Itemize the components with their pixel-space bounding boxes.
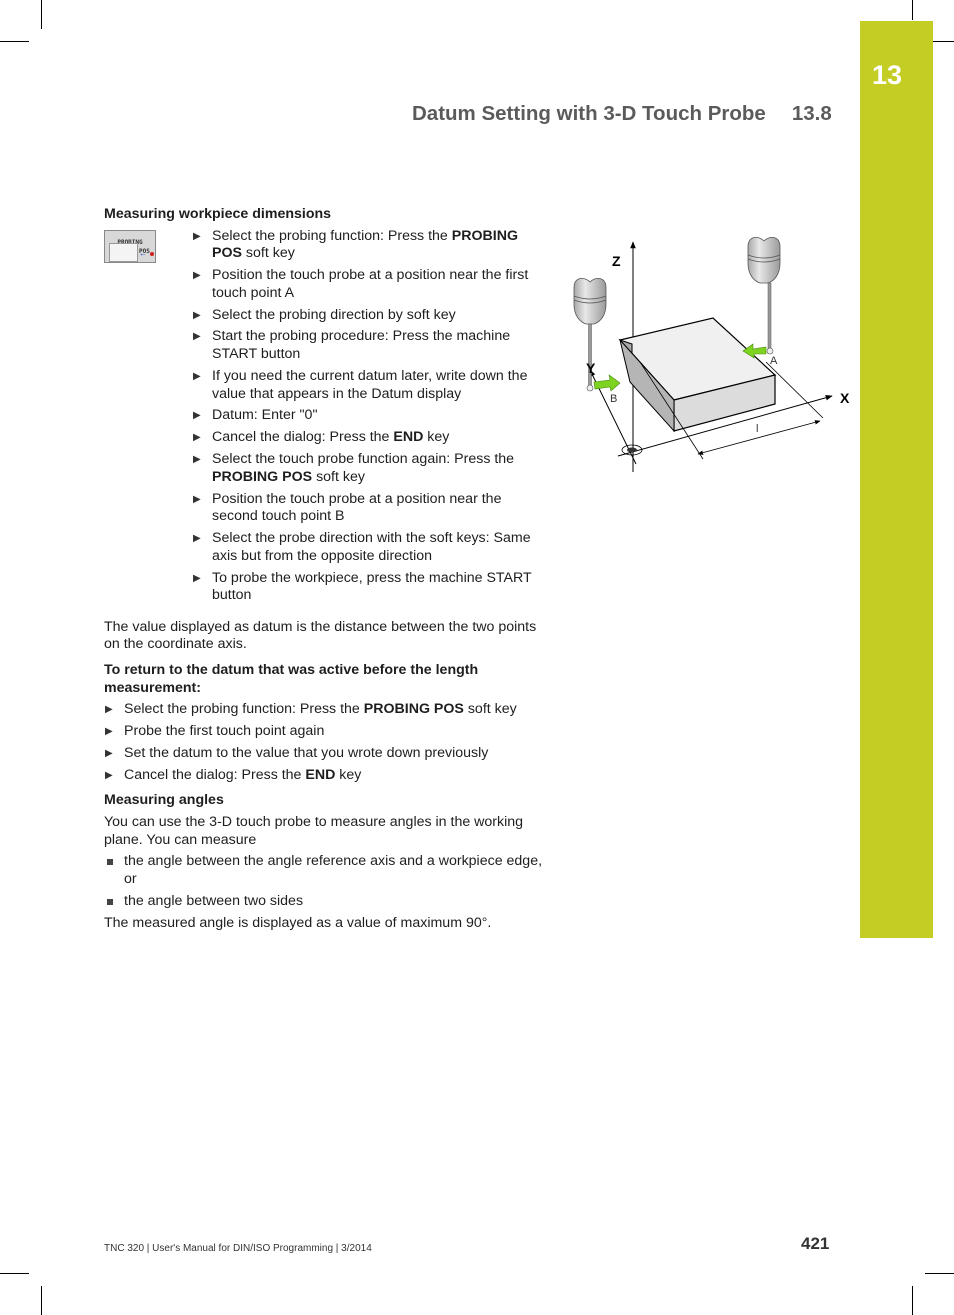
main-content: Measuring workpiece dimensions PROBING P… [104, 206, 544, 932]
square-bullet-icon [107, 859, 113, 866]
axis-label-z: Z [612, 253, 621, 269]
triangle-bullet-icon: ▶ [193, 454, 201, 466]
step-item: ▶ Start the probing procedure: Press the … [193, 328, 511, 363]
step-item: ▶ Set the datum to the value that you wro… [105, 745, 489, 761]
point-label-a: A [770, 355, 778, 367]
chapter-tab [860, 21, 933, 938]
triangle-bullet-icon: ▶ [193, 309, 201, 321]
step-item: ▶ Select the touch probe function again: … [193, 451, 515, 485]
touch-probe-measurement-diagram: Z Y X A B l [573, 236, 850, 472]
step-item: ▶ Position the touch probe at a position … [193, 267, 529, 301]
axis-label-x: X [840, 390, 850, 406]
triangle-bullet-icon: ▶ [193, 230, 201, 242]
crop-mark [41, 0, 42, 29]
dimension-line-l [697, 420, 821, 455]
step-item: ▶ Select the probing function: Press the … [105, 701, 517, 718]
touch-probe-a [747, 236, 781, 355]
crop-mark [0, 41, 29, 42]
triangle-bullet-icon: ▶ [193, 432, 201, 444]
footer-text: TNC 320 | User's Manual for DIN/ISO Prog… [104, 1243, 372, 1254]
dimension-label-l: l [756, 423, 758, 435]
step-item: ▶ Select the probing function: Press the … [193, 227, 518, 262]
section-title: Datum Setting with 3-D Touch Probe [412, 102, 766, 125]
triangle-bullet-icon: ▶ [193, 410, 201, 422]
steps-list: ▶ Select the probing function: Press the … [104, 228, 544, 605]
datum-distance-note: The value displayed as datum is the dist… [104, 618, 537, 653]
angle-options-list: the angle between the angle reference ax… [104, 853, 544, 910]
bullet-item: the angle between two sides [104, 893, 544, 911]
crop-mark [41, 1286, 42, 1315]
step-item: ▶ Probe the first touch point again [105, 723, 325, 740]
triangle-bullet-icon: ▶ [193, 493, 201, 505]
step-item: ▶ Select the probing direction by soft ke… [193, 306, 456, 323]
measuring-angles-intro: You can use the 3-D touch probe to measu… [104, 814, 524, 848]
triangle-bullet-icon: ▶ [105, 769, 113, 781]
return-steps-list: ▶ Select the probing function: Press the … [104, 701, 544, 784]
crop-mark [912, 0, 913, 20]
point-label-b: B [610, 393, 617, 405]
page-number: 421 [801, 1234, 830, 1253]
triangle-bullet-icon: ▶ [193, 270, 201, 282]
step-item: ▶ Select the probe direction with the sof… [193, 530, 531, 564]
step-item: ▶ Cancel the dialog: Press the END key [193, 429, 450, 446]
square-bullet-icon [107, 898, 113, 905]
bullet-item: the angle between the angle reference ax… [104, 853, 544, 888]
datum-symbol-inner [627, 447, 637, 453]
triangle-bullet-icon: ▶ [193, 331, 201, 343]
axis-label-y: Y [586, 360, 596, 376]
triangle-bullet-icon: ▶ [193, 572, 201, 584]
triangle-bullet-icon: ▶ [105, 726, 113, 738]
crop-mark [925, 1273, 954, 1274]
heading-measuring-workpiece-dimensions: Measuring workpiece dimensions [104, 206, 332, 222]
section-number: 13.8 [791, 102, 832, 125]
crop-mark [912, 1286, 913, 1315]
crop-mark [933, 41, 954, 42]
probe-direction-arrow-b [593, 374, 621, 392]
crop-mark [0, 1273, 29, 1274]
page-header: Datum Setting with 3-D Touch Probe 13.8 [412, 102, 832, 126]
step-item: ▶ To probe the workpiece, press the machi… [193, 569, 532, 604]
chapter-number: 13 [872, 60, 903, 90]
triangle-bullet-icon: ▶ [105, 704, 113, 716]
step-item: ▶ Position the touch probe at a position … [193, 490, 502, 525]
step-item: ▶ Cancel the dialog: Press the END key [105, 766, 362, 783]
step-item: ▶ Datum: Enter "0" [193, 407, 318, 424]
heading-measuring-angles: Measuring angles [104, 792, 224, 809]
heading-return-to-datum: To return to the datum that was active b… [104, 662, 479, 696]
step-item: ▶ If you need the current datum later, wr… [193, 367, 528, 402]
triangle-bullet-icon: ▶ [105, 748, 113, 759]
triangle-bullet-icon: ▶ [193, 370, 201, 382]
measured-angle-note: The measured angle is displayed as a val… [104, 914, 492, 931]
triangle-bullet-icon: ▶ [193, 533, 201, 545]
